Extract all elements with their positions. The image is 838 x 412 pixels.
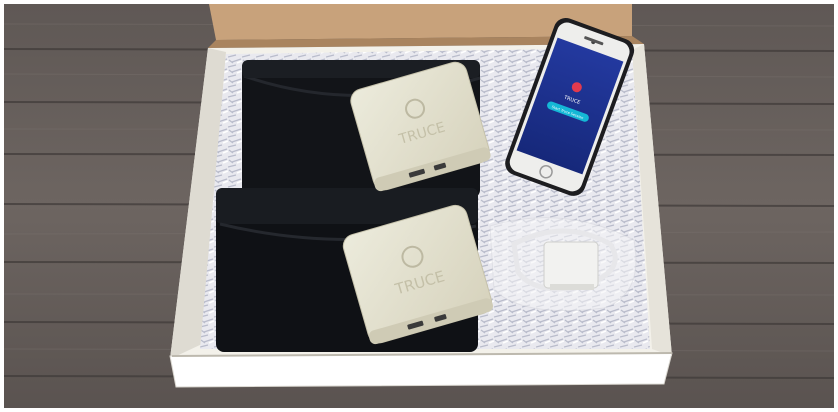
charger-bag bbox=[489, 217, 637, 312]
photo-scene: TRUCE TRUCE TRUCE Start Truce Session bbox=[4, 4, 834, 408]
product-photo: TRUCE TRUCE TRUCE Start Truce Session bbox=[4, 4, 834, 408]
usb-charger bbox=[543, 241, 599, 290]
